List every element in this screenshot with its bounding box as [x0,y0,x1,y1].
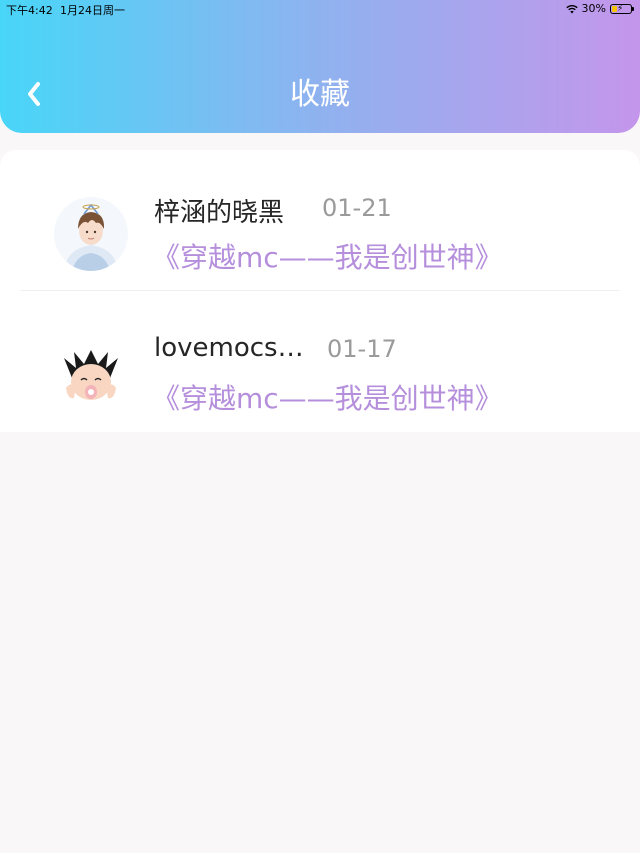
book-title-link[interactable]: 《穿越mc——我是创世神》 [152,236,503,276]
astro-boy-avatar-icon [54,338,128,412]
status-bar: 下午4:42 1月24日周一 30% ⚡ [0,0,640,18]
list-item[interactable]: 梓涵的晓黑 01-21 《穿越mc——我是创世神》 [0,150,640,291]
favorite-date: 01-17 [327,335,397,363]
favorite-date: 01-21 [322,194,392,222]
user-avatar[interactable] [54,197,128,271]
status-time: 下午4:42 [6,4,53,17]
charging-bolt-icon: ⚡ [617,3,624,14]
anime-boy-avatar-icon [54,197,128,271]
wifi-icon [565,4,578,13]
book-title-link[interactable]: 《穿越mc——我是创世神》 [152,377,503,417]
status-date: 1月24日周一 [60,4,125,17]
battery-icon: ⚡ [610,3,634,14]
user-avatar[interactable] [54,338,128,412]
list-item[interactable]: lovemocsc… 01-17 《穿越mc——我是创世神》 [0,291,640,431]
status-right: 30% ⚡ [565,2,634,15]
battery-cap [632,6,634,11]
header-bar: 下午4:42 1月24日周一 30% ⚡ 收藏 [0,0,640,133]
username: 梓涵的晓黑 [154,198,285,228]
page-title: 收藏 [290,77,350,112]
username: lovemocsc… [154,333,314,363]
battery-percentage: 30% [581,2,606,15]
favorites-list: 梓涵的晓黑 01-21 《穿越mc——我是创世神》 lovemocsc… 01-… [0,150,640,432]
